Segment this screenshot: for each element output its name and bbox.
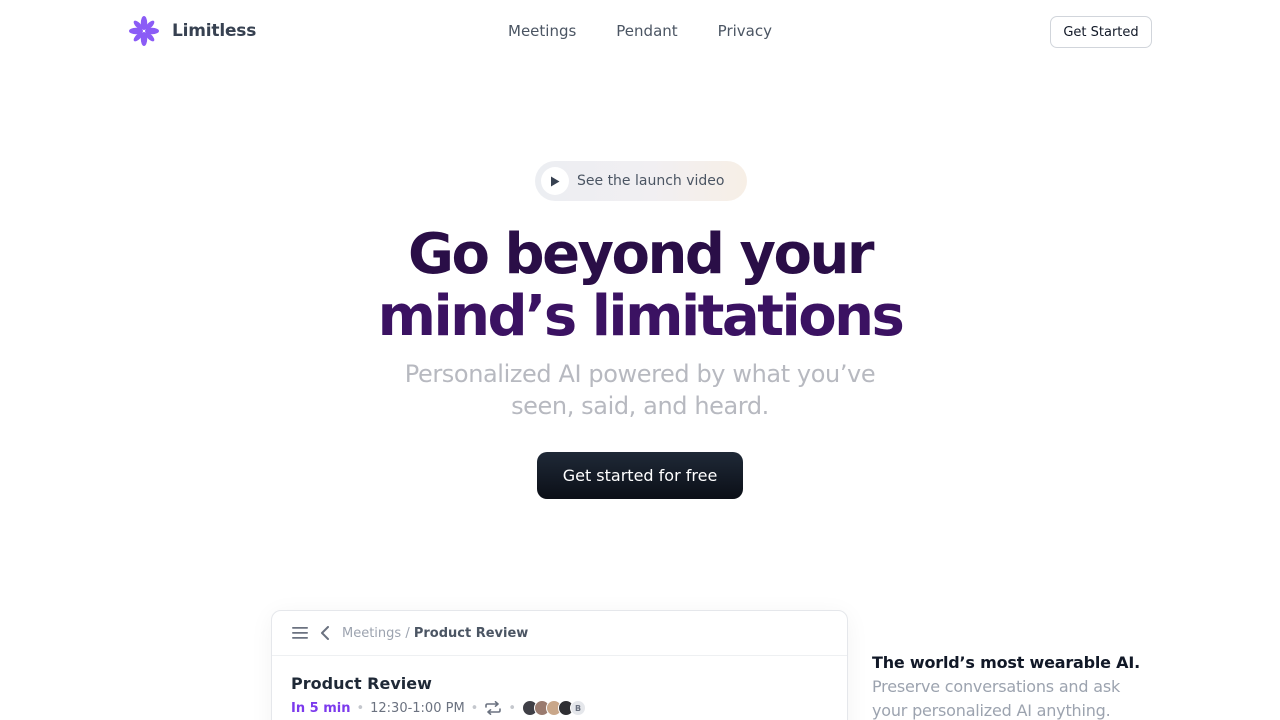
hero-subheading: Personalized AI powered by what you’ve s…: [404, 360, 876, 420]
site-header: Limitless Meetings Pendant Privacy Get S…: [0, 0, 1280, 62]
separator-dot: •: [508, 700, 517, 716]
avatar-initial: B: [570, 700, 587, 716]
limitless-logo-icon: [129, 16, 159, 46]
get-started-free-button[interactable]: Get started for free: [537, 452, 743, 499]
separator-dot: •: [356, 700, 365, 716]
meeting-title: Product Review: [291, 674, 432, 693]
launch-video-button[interactable]: See the launch video: [535, 161, 747, 201]
breadcrumb-separator: /: [401, 625, 414, 641]
brand[interactable]: Limitless: [128, 15, 256, 47]
attendee-avatars[interactable]: B: [522, 700, 587, 716]
nav-link-pendant[interactable]: Pendant: [616, 22, 677, 40]
meeting-starts-in: In 5 min: [291, 700, 351, 716]
repeat-icon: [485, 701, 502, 715]
breadcrumb-parent[interactable]: Meetings: [342, 626, 401, 641]
breadcrumb-current: Product Review: [413, 625, 529, 641]
brand-name: Limitless: [172, 21, 257, 41]
play-icon: [541, 167, 569, 195]
headline-line-2: mind’s limitations: [377, 284, 905, 349]
preview-toolbar: Meetings / Product Review: [272, 611, 847, 656]
meeting-time: 12:30-1:00 PM: [370, 700, 465, 716]
main-nav: Meetings Pendant Privacy: [508, 22, 772, 40]
meeting-meta: In 5 min • 12:30-1:00 PM • • B: [291, 700, 587, 716]
nav-link-privacy[interactable]: Privacy: [718, 22, 772, 40]
feature-blurb: The world’s most wearable AI. Preserve c…: [872, 651, 1152, 720]
separator-dot: •: [470, 700, 479, 716]
page-title: Go beyond your mind’s limitations: [340, 224, 940, 348]
launch-video-label: See the launch video: [577, 173, 725, 189]
feature-title: The world’s most wearable AI.: [872, 653, 1140, 672]
headline-line-1: Go beyond your: [408, 222, 874, 287]
get-started-button[interactable]: Get Started: [1050, 16, 1152, 48]
feature-description: Preserve conversations and ask your pers…: [872, 677, 1121, 720]
breadcrumb: Meetings / Product Review: [342, 626, 528, 641]
chevron-left-icon[interactable]: [320, 626, 330, 640]
app-preview-card: Meetings / Product Review Product Review…: [271, 610, 848, 720]
nav-link-meetings[interactable]: Meetings: [508, 22, 576, 40]
menu-icon[interactable]: [292, 627, 308, 639]
